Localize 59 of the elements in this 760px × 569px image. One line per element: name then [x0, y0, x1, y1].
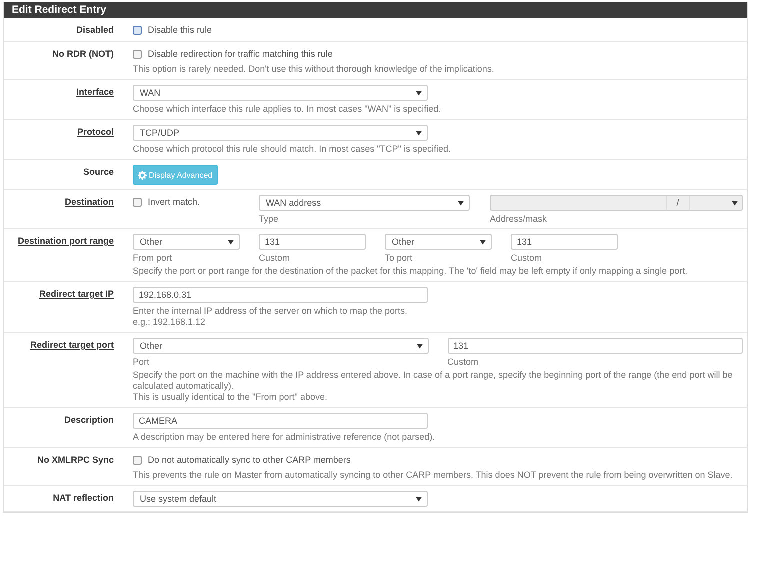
- field-label-link[interactable]: Redirect target IP: [4, 287, 133, 328]
- field-label: Disabled: [75, 24, 115, 37]
- field-caption: From port: [133, 253, 174, 263]
- input-field[interactable]: 131: [448, 338, 743, 354]
- field-label: No XMLRPC Sync: [36, 454, 115, 467]
- field-label: Source: [82, 166, 115, 179]
- field-label-link[interactable]: Interface: [4, 85, 133, 115]
- field-label-link[interactable]: Redirect target port: [4, 338, 133, 403]
- input-field[interactable]: CAMERA: [133, 413, 428, 429]
- checkbox[interactable]: [133, 50, 142, 58]
- help-text: This option is rarely needed. Don't use this without thorough knowledge of the implications.: [133, 64, 496, 75]
- field-caption: Address/mask: [490, 214, 548, 224]
- checkbox-label: Do not automatically sync to other CARP members: [148, 455, 351, 465]
- help-text: A description may be entered here for administrative reference (not parsed).: [133, 432, 436, 443]
- caret-icon: [416, 496, 422, 502]
- help-text: Specify the port or port range for the destination of the packet for this mapping. The 'to' field may be left empty if only mapping a single port.: [133, 266, 689, 277]
- field-label-link[interactable]: Destination: [4, 195, 133, 224]
- caret-icon: [416, 90, 422, 96]
- dropdown[interactable]: Other: [385, 234, 492, 250]
- checkbox-label: Disable this rule: [148, 25, 212, 35]
- checkbox-label: Disable redirection for traffic matching this rule: [148, 49, 333, 59]
- field-label: NAT reflection: [52, 492, 115, 505]
- field-caption: Type: [259, 214, 280, 224]
- dropdown[interactable]: Other: [133, 338, 428, 354]
- field-caption: Custom: [448, 357, 480, 367]
- caret-icon: [228, 240, 234, 244]
- help-text: Specify the port on the machine with the IP address entered above. In case of a port range, specify the beginning port of the range (the end port will be calculated automatically).: [133, 370, 734, 392]
- help-text: This prevents the rule on Master from automatically syncing to other CARP members. This does NOT prevent the rule from being overwritten on Slave.: [133, 470, 734, 481]
- help-text: Choose which interface this rule applies to. In most cases "WAN" is specified.: [133, 104, 442, 115]
- field-caption: Port: [133, 357, 151, 367]
- help-text: e.g.: 192.168.1.12: [133, 317, 207, 328]
- checkbox[interactable]: [133, 26, 142, 34]
- field-label-link[interactable]: Protocol: [4, 125, 133, 155]
- dropdown[interactable]: WAN: [133, 85, 428, 101]
- caret-icon: [458, 200, 464, 206]
- dropdown[interactable]: Other: [133, 234, 240, 250]
- checkbox[interactable]: [133, 456, 142, 464]
- dropdown[interactable]: WAN address: [259, 195, 470, 211]
- help-text: Choose which protocol this rule should match. In most cases "TCP" is specified.: [133, 144, 452, 155]
- field-label: No RDR (NOT): [52, 48, 115, 61]
- caret-icon: [480, 240, 486, 244]
- panel-title: Edit Redirect Entry: [4, 2, 747, 18]
- field-caption: Custom: [259, 253, 292, 263]
- dropdown[interactable]: Use system default: [133, 491, 428, 507]
- caret-icon: [416, 130, 422, 136]
- dropdown[interactable]: TCP/UDP: [133, 125, 428, 141]
- input-field[interactable]: 131: [511, 234, 618, 250]
- field-label-link[interactable]: Destination port range: [4, 234, 133, 277]
- field-caption: Custom: [511, 253, 544, 263]
- field-label: Description: [63, 414, 115, 427]
- field-caption: To port: [385, 253, 414, 263]
- checkbox[interactable]: [133, 198, 142, 206]
- checkbox-label: Invert match.: [148, 197, 200, 207]
- help-text: This is usually identical to the "From port" above.: [133, 392, 328, 403]
- gear-icon: [138, 170, 147, 180]
- input-field[interactable]: 192.168.0.31: [133, 287, 428, 303]
- caret-icon: [416, 344, 422, 348]
- input-field[interactable]: 131: [259, 234, 366, 250]
- help-text: Enter the internal IP address of the server on which to map the ports.: [133, 306, 408, 317]
